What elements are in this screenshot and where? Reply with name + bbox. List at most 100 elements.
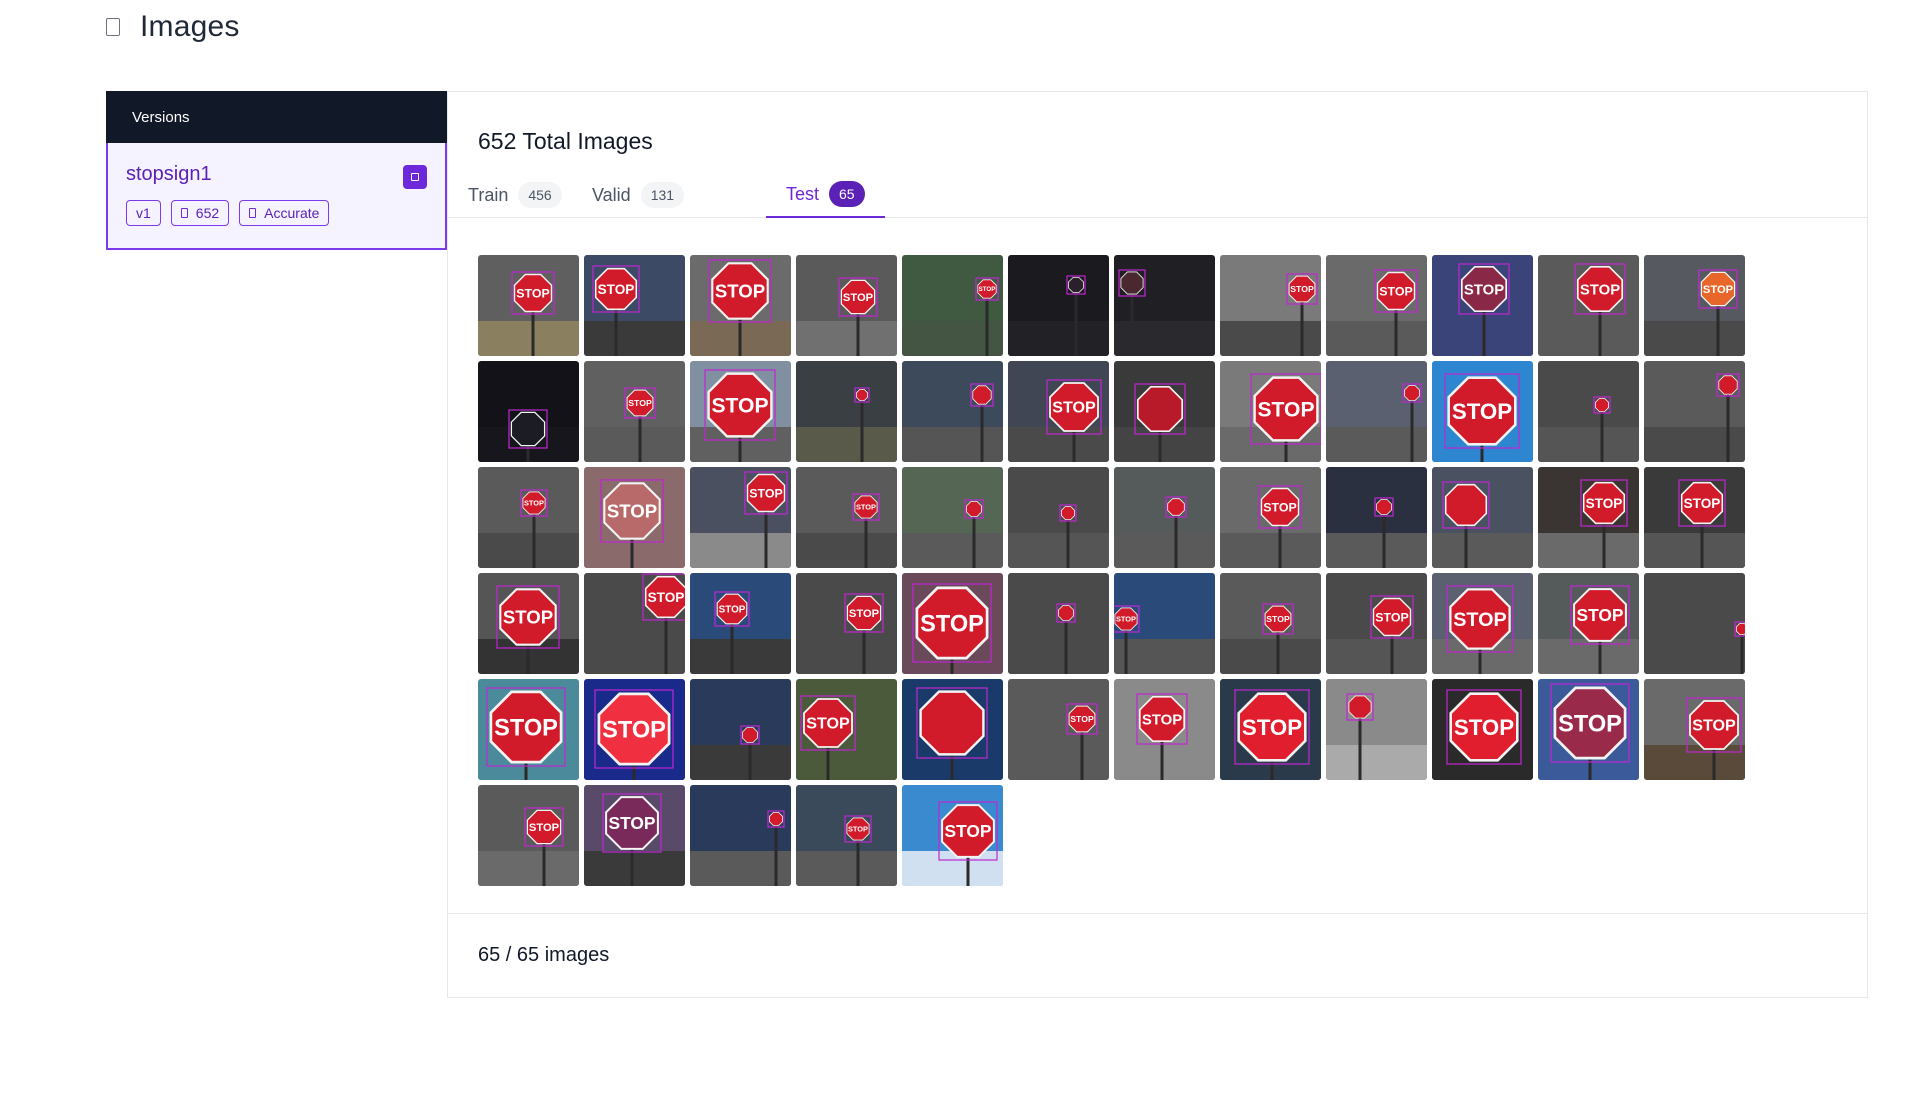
image-thumbnail[interactable]: STOP — [1220, 361, 1321, 462]
versions-header: Versions — [106, 91, 447, 143]
image-thumbnail[interactable]: STOP — [1114, 573, 1215, 674]
image-thumbnail[interactable]: STOP — [1220, 573, 1321, 674]
image-thumbnail[interactable] — [1644, 573, 1745, 674]
tab-test[interactable]: Test 65 — [766, 172, 885, 218]
image-thumbnail[interactable]: STOP — [1432, 679, 1533, 780]
sign-text: STOP — [920, 611, 984, 637]
image-count-chip: 652 — [170, 200, 230, 226]
thumbnail-image: STOP — [796, 679, 897, 780]
image-thumbnail[interactable] — [1008, 573, 1109, 674]
image-thumbnail[interactable]: STOP — [478, 467, 579, 568]
thumbnail-ground — [1326, 321, 1427, 356]
image-thumbnail[interactable]: STOP — [690, 361, 791, 462]
tab-train[interactable]: Train 456 — [448, 172, 582, 218]
sign-text: STOP — [749, 486, 783, 500]
thumbnail-image: STOP — [690, 361, 791, 462]
image-thumbnail[interactable]: STOP — [478, 785, 579, 886]
image-thumbnail[interactable] — [1114, 467, 1215, 568]
thumbnail-ground — [796, 639, 897, 674]
image-thumbnail[interactable] — [1008, 467, 1109, 568]
image-thumbnail[interactable]: STOP — [1326, 573, 1427, 674]
image-thumbnail[interactable] — [902, 361, 1003, 462]
version-card[interactable]: stopsign1 v1 652 Accurate — [106, 143, 447, 250]
stop-sign — [1595, 398, 1609, 412]
image-thumbnail[interactable] — [796, 361, 897, 462]
sign-text: STOP — [1586, 496, 1623, 511]
image-thumbnail[interactable]: STOP — [1538, 573, 1639, 674]
tab-valid[interactable]: Valid 131 — [572, 172, 704, 218]
image-thumbnail[interactable] — [1432, 467, 1533, 568]
sign-text: STOP — [1558, 711, 1622, 737]
image-thumbnail[interactable]: STOP — [1220, 679, 1321, 780]
image-thumbnail[interactable]: STOP — [584, 679, 685, 780]
image-thumbnail[interactable]: STOP — [478, 679, 579, 780]
image-thumbnail[interactable]: STOP — [1008, 679, 1109, 780]
image-thumbnail[interactable]: STOP — [796, 785, 897, 886]
thumbnail-ground — [690, 745, 791, 780]
image-thumbnail[interactable]: STOP — [1644, 679, 1745, 780]
thumbnail-ground — [796, 851, 897, 886]
image-thumbnail[interactable]: STOP — [1220, 255, 1321, 356]
image-thumbnail[interactable]: STOP — [796, 467, 897, 568]
image-thumbnail[interactable]: STOP — [1008, 361, 1109, 462]
square-icon — [411, 173, 419, 181]
image-thumbnail[interactable] — [902, 467, 1003, 568]
image-thumbnail[interactable] — [1008, 255, 1109, 356]
image-thumbnail[interactable]: STOP — [584, 361, 685, 462]
image-thumbnail[interactable]: STOP — [1114, 679, 1215, 780]
image-thumbnail[interactable]: STOP — [1538, 467, 1639, 568]
image-thumbnail[interactable]: STOP — [690, 255, 791, 356]
thumbnail-image: STOP — [902, 785, 1003, 886]
image-thumbnail[interactable] — [690, 785, 791, 886]
image-thumbnail[interactable] — [1326, 361, 1427, 462]
image-thumbnail[interactable]: STOP — [1644, 467, 1745, 568]
image-thumbnail[interactable]: STOP — [584, 467, 685, 568]
image-thumbnail[interactable]: STOP — [584, 573, 685, 674]
image-thumbnail[interactable]: STOP — [1538, 679, 1639, 780]
sign-text: STOP — [944, 821, 991, 841]
image-thumbnail[interactable]: STOP — [902, 573, 1003, 674]
image-thumbnail[interactable] — [690, 679, 791, 780]
image-thumbnail[interactable]: STOP — [584, 255, 685, 356]
sign-text: STOP — [1375, 610, 1409, 624]
thumbnail-image: STOP — [478, 467, 579, 568]
sign-text: STOP — [1263, 500, 1297, 514]
image-thumbnail[interactable]: STOP — [690, 467, 791, 568]
version-chip: v1 — [126, 200, 161, 226]
image-thumbnail[interactable]: STOP — [478, 573, 579, 674]
thumbnail-image: STOP — [1538, 679, 1639, 780]
image-thumbnail[interactable]: STOP — [902, 785, 1003, 886]
image-thumbnail[interactable]: STOP — [1220, 467, 1321, 568]
image-thumbnail[interactable] — [1644, 361, 1745, 462]
image-thumbnail[interactable] — [478, 361, 579, 462]
stop-sign — [972, 385, 992, 405]
image-thumbnail[interactable] — [1538, 361, 1639, 462]
image-thumbnail[interactable]: STOP — [902, 255, 1003, 356]
thumbnail-image: STOP — [1432, 255, 1533, 356]
image-thumbnail[interactable]: STOP — [478, 255, 579, 356]
image-thumbnail[interactable]: STOP — [690, 573, 791, 674]
image-thumbnail[interactable] — [902, 679, 1003, 780]
image-thumbnail[interactable]: STOP — [1326, 255, 1427, 356]
image-thumbnail[interactable]: STOP — [1432, 573, 1533, 674]
sign-text: STOP — [529, 822, 560, 834]
stop-sign — [510, 411, 546, 447]
image-thumbnail[interactable] — [1114, 361, 1215, 462]
chip-label: Accurate — [264, 205, 320, 221]
image-thumbnail[interactable]: STOP — [796, 679, 897, 780]
image-thumbnail[interactable]: STOP — [584, 785, 685, 886]
version-menu-button[interactable] — [403, 165, 427, 189]
image-thumbnail[interactable]: STOP — [1432, 361, 1533, 462]
thumbnail-image — [902, 467, 1003, 568]
stop-sign — [1167, 498, 1185, 516]
image-thumbnail[interactable]: STOP — [1538, 255, 1639, 356]
image-thumbnail[interactable]: STOP — [1432, 255, 1533, 356]
thumbnail-image — [1326, 361, 1427, 462]
image-thumbnail[interactable]: STOP — [796, 573, 897, 674]
image-thumbnail[interactable] — [1114, 255, 1215, 356]
image-thumbnail[interactable]: STOP — [796, 255, 897, 356]
image-thumbnail[interactable] — [1326, 467, 1427, 568]
image-thumbnail[interactable]: STOP — [1644, 255, 1745, 356]
thumbnail-ground — [1326, 533, 1427, 568]
image-thumbnail[interactable] — [1326, 679, 1427, 780]
